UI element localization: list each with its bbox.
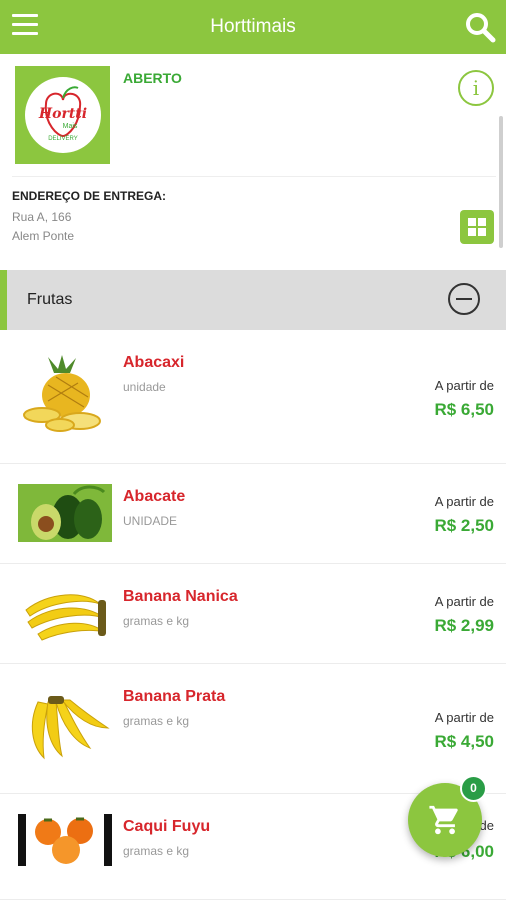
store-header: Hortti Mais DELIVERY ABERTO i ENDEREÇO D… [0,54,506,270]
divider [12,176,496,177]
product-name: Banana Prata [123,688,226,705]
price-prefix: A partir de [434,710,494,725]
svg-text:Mais: Mais [62,123,77,130]
product-price: R$ 2,99 [434,616,494,635]
address-label: ENDEREÇO DE ENTREGA: [12,189,167,203]
product-unit: UNIDADE [123,514,178,528]
product-name: Abacaxi [123,354,185,371]
svg-text:Hortti: Hortti [37,106,86,122]
price-prefix: A partir de [434,378,494,393]
product-unit: gramas e kg [123,844,190,858]
product-price: R$ 2,50 [434,516,494,535]
svg-text:DELIVERY: DELIVERY [48,136,78,142]
banana-image [18,582,112,644]
product-name: Banana Nanica [123,588,238,605]
product-row[interactable]: Banana Prata gramas e kg A partir de R$ … [0,664,506,794]
product-row[interactable]: Abacaxi unidade A partir de R$ 6,50 [0,330,506,464]
product-name: Caqui Fuyu [123,818,211,835]
cart-count-badge: 0 [460,775,487,802]
price-prefix: A partir de [434,494,494,509]
product-price: R$ 4,50 [434,732,494,751]
product-row[interactable]: Banana Nanica gramas e kg A partir de R$… [0,564,506,664]
price-prefix: A partir de [434,594,494,609]
product-unit: gramas e kg [123,714,190,728]
info-icon[interactable]: i [458,70,494,106]
banana-image [18,694,112,764]
product-unit: unidade [123,380,166,394]
address-line1: Rua A, 166 [12,210,72,224]
product-unit: gramas e kg [123,614,190,628]
app-title: Horttimais [210,16,296,37]
cart-icon [429,805,458,835]
store-status: ABERTO [123,70,182,86]
pineapple-image [18,355,112,435]
address-line2: Alem Ponte [12,229,75,243]
scrollbar[interactable] [499,116,503,248]
product-name: Abacate [123,488,186,505]
store-logo: Hortti Mais DELIVERY [15,66,110,164]
search-icon[interactable] [464,11,496,43]
app-bar: Horttimais [0,0,506,54]
avocado-image [18,484,112,542]
persimmon-image [18,814,112,866]
grid-icon[interactable] [460,210,494,244]
category-name: Frutas [27,291,73,308]
product-price: R$ 6,50 [434,400,494,419]
collapse-icon[interactable] [448,283,480,315]
category-header[interactable]: Frutas [0,270,506,330]
product-row[interactable]: Abacate UNIDADE A partir de R$ 2,50 [0,464,506,564]
